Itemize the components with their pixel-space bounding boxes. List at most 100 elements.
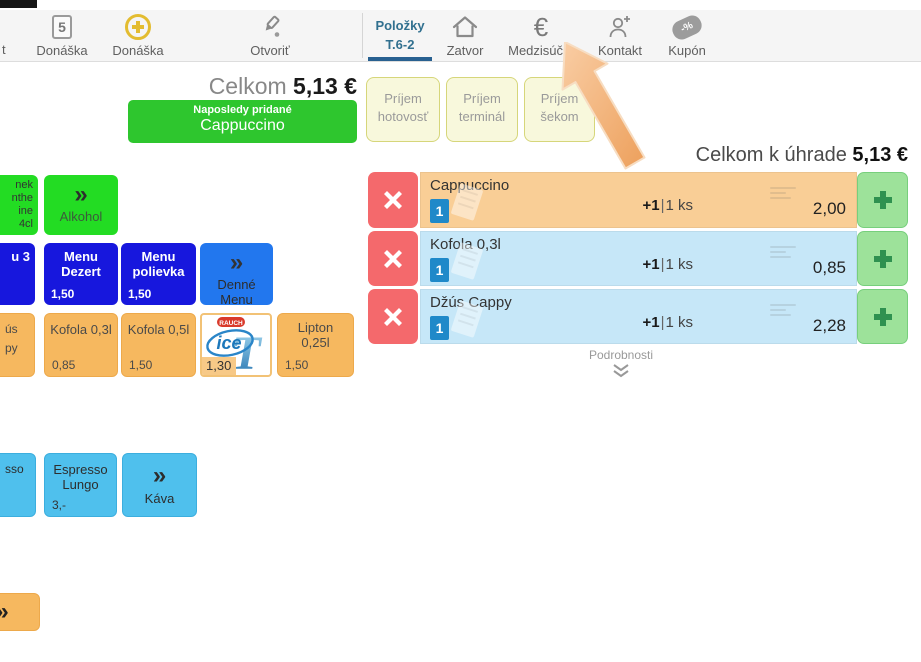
product-label: Lungo — [45, 477, 116, 492]
toolbar-item-label: Medzisúčet — [496, 43, 586, 58]
product-label: Kofola 0,3l — [45, 322, 117, 337]
product-price: 1,30 — [202, 357, 236, 375]
product-label: polievka — [121, 264, 196, 279]
product-label-fragment: u 3 — [11, 249, 30, 264]
marker-pen-icon — [257, 14, 283, 40]
payment-cheque-button[interactable]: Príjem šekom — [524, 77, 595, 142]
product-button-kofola-03[interactable]: Kofola 0,3l 0,85 — [44, 313, 118, 377]
product-label: Espresso — [45, 462, 116, 477]
quantity-badge: 1 — [430, 258, 449, 282]
product-button-cut-dzus[interactable]: ús py — [0, 313, 35, 377]
add-item-button[interactable] — [857, 289, 908, 344]
payment-cash-button[interactable]: Príjem hotovosť — [366, 77, 440, 142]
add-item-button[interactable] — [857, 172, 908, 228]
due-total-value: 5,13 € — [852, 144, 908, 166]
product-button-menu-dezert[interactable]: Menu Dezert 1,50 — [44, 243, 118, 305]
toolbar: t 5 Donáška Donáška Otvoriť — [0, 10, 921, 62]
drag-handle-icon[interactable] — [770, 246, 798, 261]
product-label-fragment: py — [5, 339, 34, 358]
drag-handle-icon[interactable] — [770, 304, 798, 319]
remove-item-button[interactable] — [368, 172, 418, 228]
payment-label: hotovosť — [367, 108, 439, 126]
double-chevron-icon: » — [0, 600, 9, 624]
payment-label: šekom — [525, 108, 594, 126]
product-button-cut-alcohol[interactable]: nek nthe ine 4cl — [0, 175, 38, 235]
payment-terminal-button[interactable]: Príjem terminál — [446, 77, 518, 142]
toolbar-item-label: Zatvor — [425, 43, 505, 58]
product-price: 1,50 — [128, 287, 151, 301]
toolbar-item-label: Donáška — [22, 43, 102, 58]
product-button-kofola-05[interactable]: Kofola 0,5l 1,50 — [121, 313, 196, 377]
product-button-espresso-lungo[interactable]: Espresso Lungo 3,- — [44, 453, 117, 517]
remove-item-button[interactable] — [368, 289, 418, 344]
order-row: Džús Cappy 1 +1|1 ks 2,28 — [368, 289, 908, 344]
product-price: 1,50 — [129, 358, 152, 372]
remove-item-button[interactable] — [368, 231, 418, 286]
toolbar-item-delivery-count[interactable]: 5 Donáška — [22, 12, 102, 60]
order-item-body[interactable]: Cappuccino 1 +1|1 ks 2,00 — [420, 172, 857, 228]
order-item-qty: +1|1 ks — [642, 256, 693, 273]
product-button-cut-bottom[interactable]: » — [0, 593, 40, 631]
details-label: Podrobnosti — [536, 348, 706, 362]
toolbar-item-open[interactable]: Otvoriť — [230, 12, 310, 60]
toolbar-item-delivery-add[interactable]: Donáška — [98, 12, 178, 60]
toolbar-item-label: Otvoriť — [230, 43, 310, 58]
last-added-item: Cappuccino — [128, 117, 357, 135]
pos-app: t 5 Donáška Donáška Otvoriť — [0, 0, 921, 662]
order-row: Cappuccino 1 +1|1 ks 2,00 — [368, 172, 908, 228]
toolbar-partial-label[interactable]: t — [2, 42, 6, 57]
category-button-kava[interactable]: » Káva — [122, 453, 197, 517]
details-expander[interactable]: Podrobnosti — [536, 348, 706, 381]
product-label: Lipton — [278, 320, 353, 335]
close-icon — [383, 307, 403, 327]
svg-text:RAUCH: RAUCH — [219, 320, 243, 327]
drag-handle-icon[interactable] — [770, 187, 798, 202]
category-label: Káva — [145, 491, 175, 506]
chevron-double-down-icon — [612, 364, 630, 378]
toolbar-divider — [362, 13, 363, 58]
toolbar-item-close-bill[interactable]: Zatvor — [425, 12, 505, 60]
circle-plus-icon — [125, 14, 151, 40]
product-button-cut-menu3[interactable]: u 3 — [0, 243, 35, 305]
payment-label: Príjem — [525, 90, 594, 108]
window-fragment — [0, 0, 37, 8]
tab-items-active[interactable]: Položky T.6-2 — [368, 18, 432, 52]
product-button-ice-tea[interactable]: T ice RAUCH 1,30 — [200, 313, 272, 377]
product-label-fragment: nek — [0, 179, 33, 192]
product-button-menu-polievka[interactable]: Menu polievka 1,50 — [121, 243, 196, 305]
toolbar-item-label: Donáška — [98, 43, 178, 58]
product-label: Kofola 0,5l — [122, 322, 195, 337]
total-label: Celkom — [209, 73, 287, 99]
toolbar-item-coupon[interactable]: -% Kupón — [647, 12, 727, 60]
due-total-label: Celkom k úhrade — [696, 144, 847, 166]
toolbar-item-subtotal[interactable]: € Medzisúčet — [496, 12, 586, 60]
last-added-caption: Naposledy pridané — [128, 104, 357, 116]
double-chevron-icon: » — [153, 464, 166, 488]
product-button-cut-espresso[interactable]: sso — [0, 453, 36, 517]
order-item-body[interactable]: Džús Cappy 1 +1|1 ks 2,28 — [420, 289, 857, 344]
add-item-button[interactable] — [857, 231, 908, 286]
last-added-button[interactable]: Naposledy pridané Cappuccino — [128, 100, 357, 143]
order-row: Kofola 0,3l 1 +1|1 ks 0,85 — [368, 231, 908, 286]
person-plus-icon — [606, 14, 634, 40]
product-button-lipton[interactable]: Lipton 0,25l 1,50 — [277, 313, 354, 377]
order-item-price: 2,28 — [813, 316, 846, 336]
order-item-body[interactable]: Kofola 0,3l 1 +1|1 ks 0,85 — [420, 231, 857, 286]
close-icon — [383, 249, 403, 269]
tab-label-line1: Položky — [368, 18, 432, 33]
product-label: Menu — [44, 249, 118, 264]
category-button-denne[interactable]: » Denné Menu — [200, 243, 273, 305]
category-button-alkohol[interactable]: » Alkohol — [44, 175, 118, 235]
discount-tag-icon: -% — [669, 12, 704, 42]
product-label-fragment: 4cl — [0, 218, 33, 231]
double-chevron-icon: » — [74, 183, 87, 207]
double-chevron-icon: » — [230, 251, 243, 275]
plus-icon — [872, 189, 894, 211]
product-price: 0,85 — [52, 358, 75, 372]
product-label: 0,25l — [278, 335, 353, 350]
category-label: Alkohol — [60, 209, 103, 224]
total-value: 5,13 € — [293, 73, 357, 99]
product-label-fragment: ús — [5, 320, 34, 339]
quantity-badge: 1 — [430, 199, 449, 223]
product-price: 1,50 — [51, 287, 74, 301]
